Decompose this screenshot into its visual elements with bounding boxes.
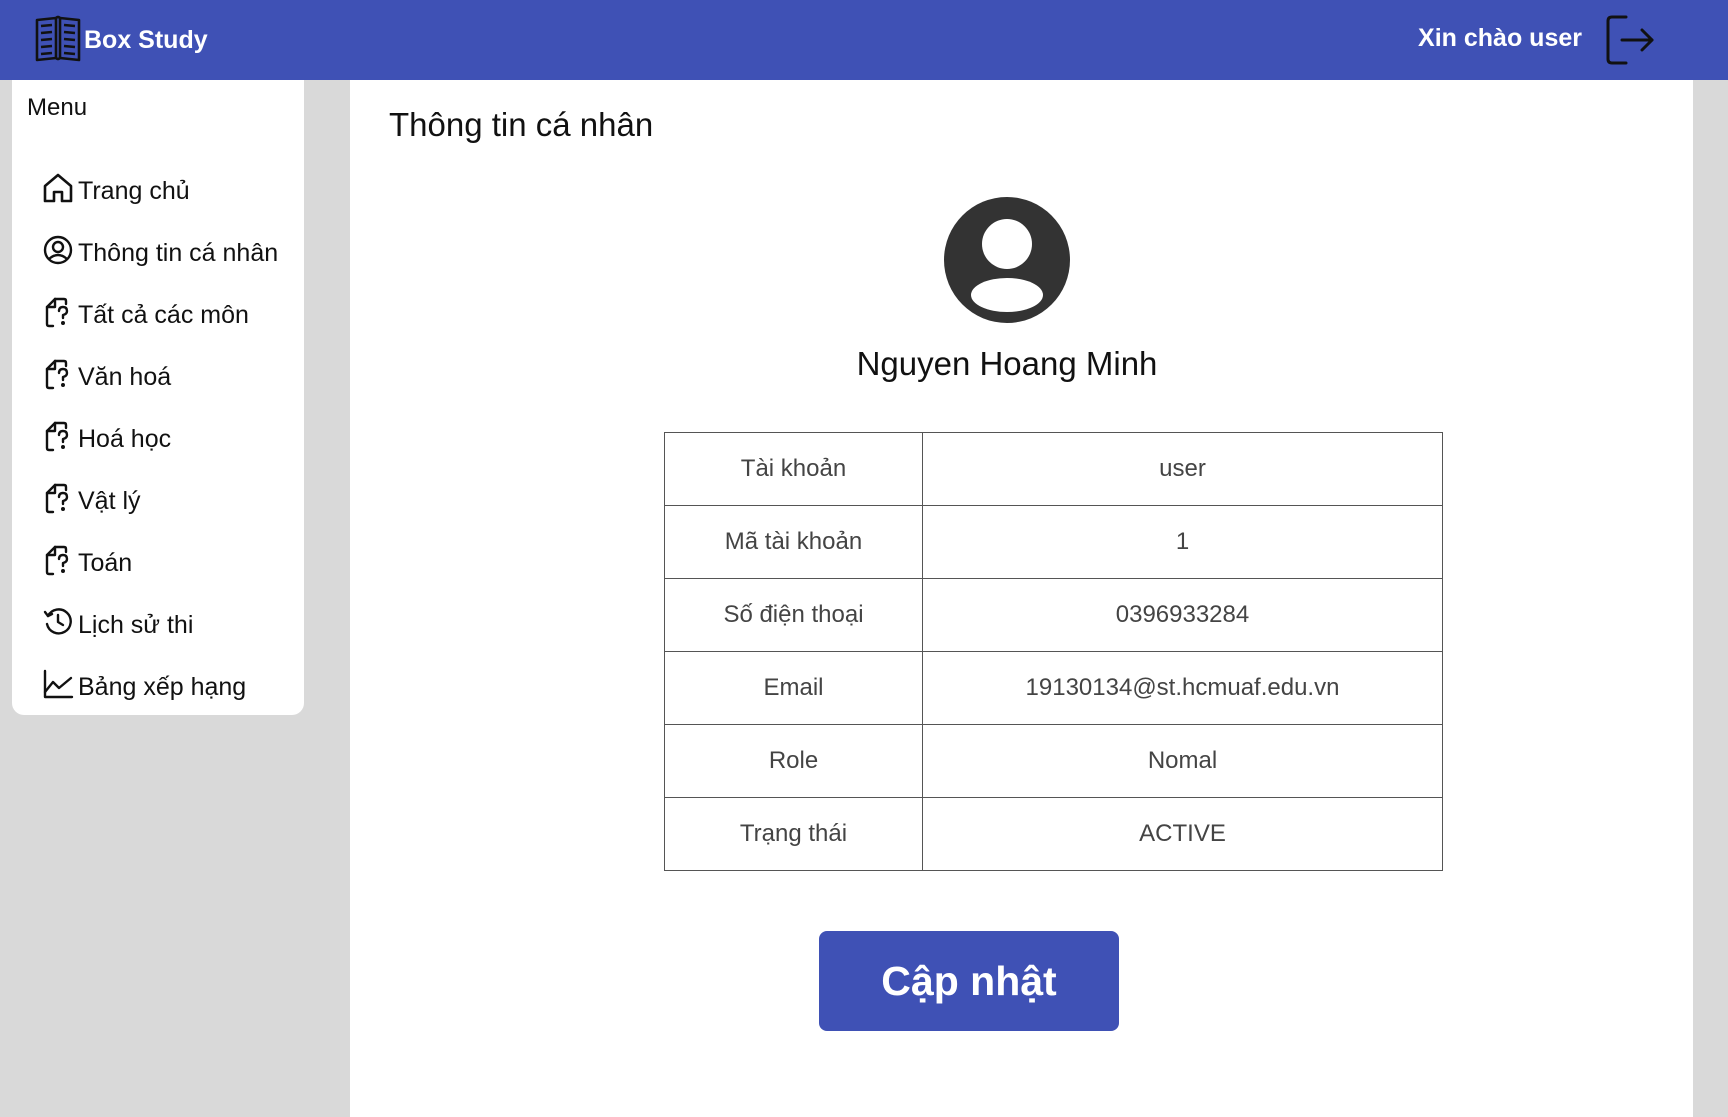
profile-info-table: Tài khoản user Mã tài khoản 1 Số điện th… — [664, 432, 1443, 871]
sidebar-item-toan[interactable]: Toán — [42, 532, 278, 594]
book-icon — [32, 12, 84, 69]
field-label: Role — [664, 724, 923, 798]
field-label: Số điện thoại — [664, 578, 923, 652]
sidebar: Menu Trang chủ Thông tin cá nhân Tất cả … — [12, 80, 304, 715]
home-icon — [42, 172, 74, 204]
menu-list: Trang chủ Thông tin cá nhân Tất cả các m… — [42, 160, 278, 718]
sidebar-item-label: Tất cả các môn — [78, 300, 249, 329]
brand[interactable]: Box Study — [32, 14, 208, 66]
table-row: Số điện thoại 0396933284 — [664, 578, 1443, 652]
brand-name: Box Study — [84, 25, 208, 54]
main-content: Thông tin cá nhân Nguyen Hoang Minh Tài … — [350, 80, 1693, 1117]
table-row: Email 19130134@st.hcmuaf.edu.vn — [664, 651, 1443, 725]
chart-line-icon — [42, 668, 74, 700]
logout-button[interactable] — [1604, 13, 1656, 67]
logout-icon — [1604, 15, 1656, 71]
question-file-icon — [42, 482, 74, 514]
sidebar-item-label: Bảng xếp hạng — [78, 672, 247, 701]
sidebar-item-profile[interactable]: Thông tin cá nhân — [42, 222, 278, 284]
greeting-text: Xin chào user — [1418, 24, 1582, 52]
history-icon — [42, 606, 74, 638]
top-bar: Box Study Xin chào user — [0, 0, 1728, 80]
sidebar-item-van-hoa[interactable]: Văn hoá — [42, 346, 278, 408]
question-file-icon — [42, 420, 74, 452]
table-row: Trạng thái ACTIVE — [664, 797, 1443, 871]
field-label: Email — [664, 651, 923, 725]
field-value: user — [922, 432, 1443, 506]
sidebar-item-label: Vật lý — [78, 486, 141, 515]
field-value: 0396933284 — [922, 578, 1443, 652]
sidebar-item-hoa-hoc[interactable]: Hoá học — [42, 408, 278, 470]
field-label: Trạng thái — [664, 797, 923, 871]
page-title: Thông tin cá nhân — [389, 106, 654, 143]
field-value: 1 — [922, 505, 1443, 579]
field-value: Nomal — [922, 724, 1443, 798]
sidebar-item-label: Thông tin cá nhân — [78, 238, 279, 267]
sidebar-item-leaderboard[interactable]: Bảng xếp hạng — [42, 656, 278, 718]
field-label: Tài khoản — [664, 432, 923, 506]
table-row: Tài khoản user — [664, 432, 1443, 506]
field-value: ACTIVE — [922, 797, 1443, 871]
user-avatar-icon — [944, 197, 1070, 327]
user-full-name: Nguyen Hoang Minh — [856, 345, 1158, 382]
sidebar-item-home[interactable]: Trang chủ — [42, 160, 278, 222]
sidebar-item-vat-ly[interactable]: Vật lý — [42, 470, 278, 532]
update-button[interactable]: Cập nhật — [819, 931, 1119, 1031]
sidebar-item-label: Văn hoá — [78, 362, 172, 391]
sidebar-item-history[interactable]: Lịch sử thi — [42, 594, 278, 656]
sidebar-item-label: Trang chủ — [78, 176, 190, 205]
question-file-icon — [42, 296, 74, 328]
menu-title: Menu — [27, 94, 88, 121]
field-label: Mã tài khoản — [664, 505, 923, 579]
question-file-icon — [42, 358, 74, 390]
user-circle-icon — [42, 234, 74, 266]
field-value: 19130134@st.hcmuaf.edu.vn — [922, 651, 1443, 725]
sidebar-item-label: Toán — [78, 548, 133, 577]
sidebar-item-all-subjects[interactable]: Tất cả các môn — [42, 284, 278, 346]
table-row: Role Nomal — [664, 724, 1443, 798]
sidebar-item-label: Lịch sử thi — [78, 610, 194, 639]
sidebar-item-label: Hoá học — [78, 424, 172, 453]
table-row: Mã tài khoản 1 — [664, 505, 1443, 579]
question-file-icon — [42, 544, 74, 576]
avatar — [944, 197, 1070, 323]
